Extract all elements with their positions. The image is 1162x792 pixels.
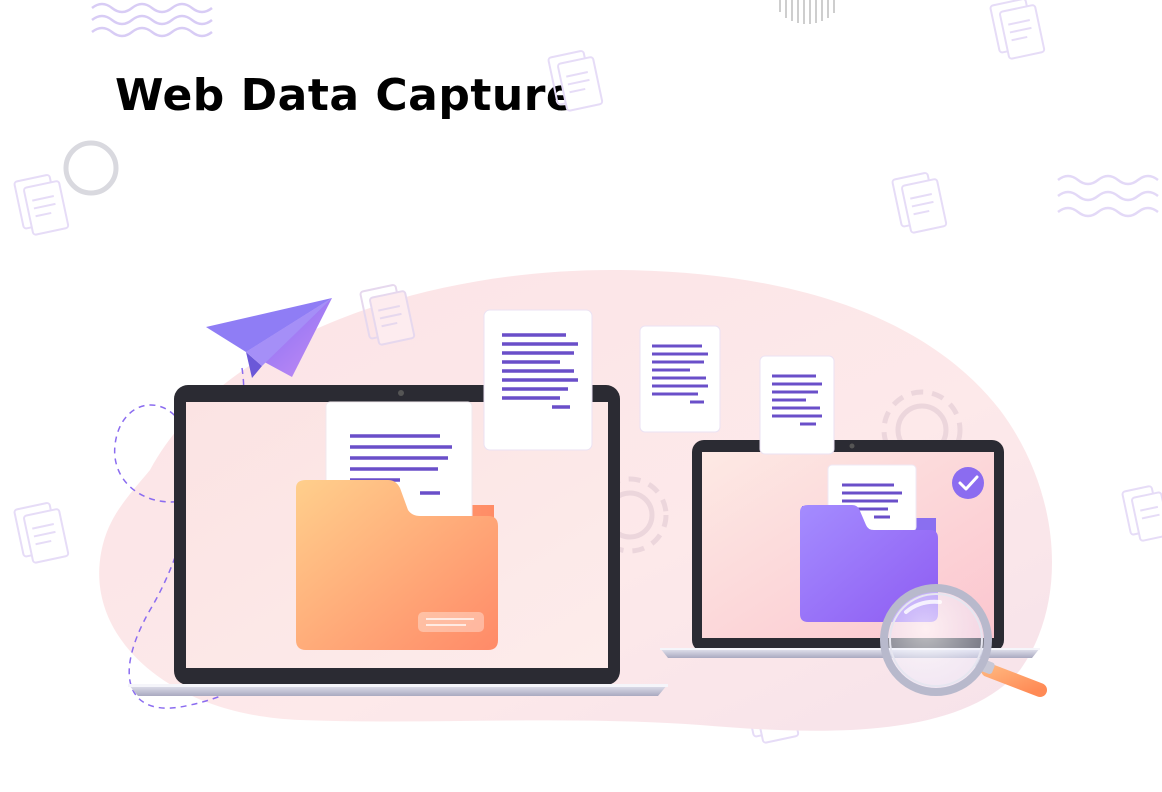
circle-ring-icon: [63, 140, 119, 196]
document-icon: [989, 0, 1046, 60]
document-icon: [13, 174, 70, 236]
document-icon: [759, 355, 835, 455]
document-icon: [1121, 485, 1162, 542]
wave-pattern-icon: [91, 2, 213, 38]
document-icon: [483, 309, 593, 451]
wave-pattern-icon: [1057, 174, 1159, 218]
web-data-capture-illustration: [13, 0, 1162, 744]
striped-circle-decoration: [779, 0, 835, 24]
document-icon: [13, 502, 70, 564]
folder-icon: [296, 401, 498, 650]
document-icon: [547, 50, 604, 112]
checkmark-badge-icon: [952, 467, 984, 499]
document-icon: [891, 172, 948, 234]
document-icon: [639, 325, 721, 433]
